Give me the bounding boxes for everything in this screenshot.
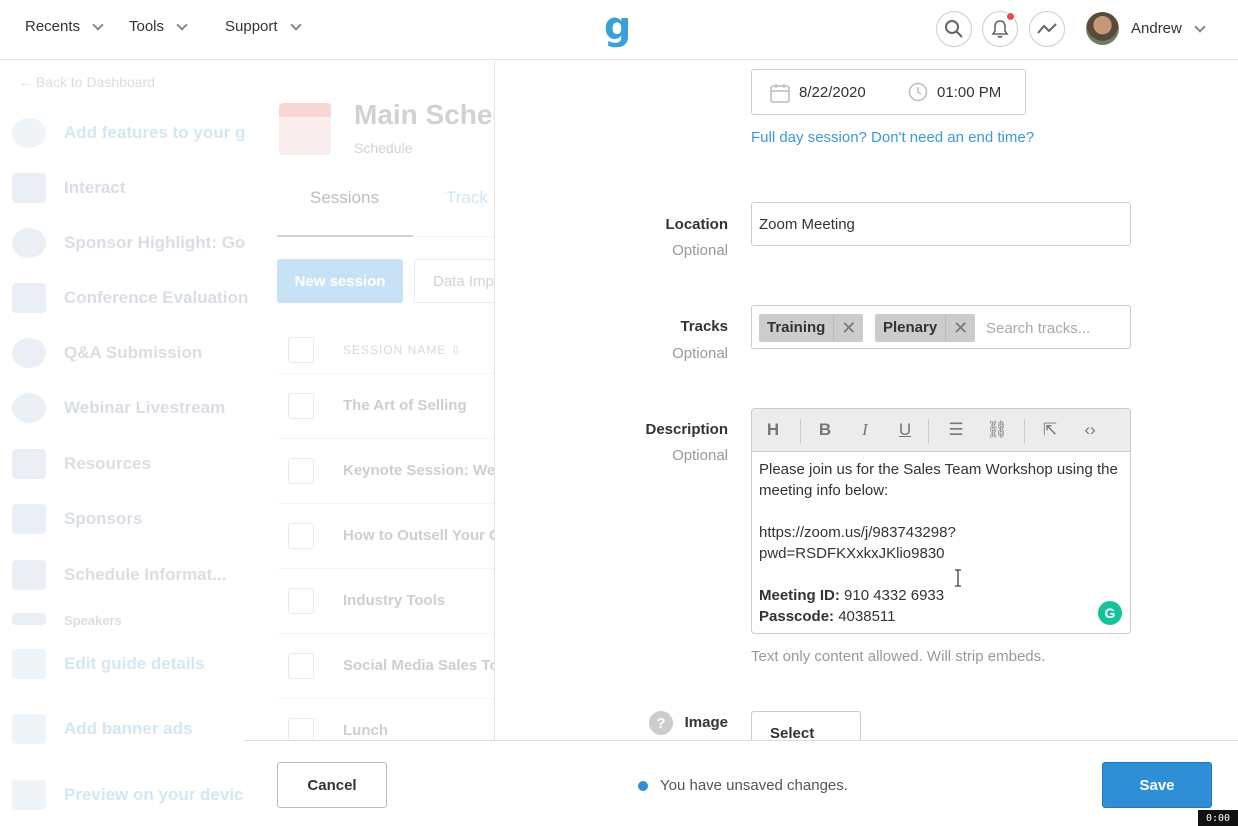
avatar[interactable] <box>1086 12 1119 45</box>
toolbar-divider <box>800 419 801 443</box>
track-tag-label: Plenary <box>883 319 938 336</box>
toolbar-divider <box>1024 419 1025 443</box>
calendar-icon <box>770 84 790 103</box>
underline-icon[interactable]: U <box>894 420 916 440</box>
track-tag-training: Training ✕ <box>759 314 864 342</box>
location-label: Location <box>665 216 729 233</box>
code-icon[interactable]: ‹› <box>1079 420 1101 440</box>
select-file-button[interactable]: Select File <box>751 711 861 740</box>
chevron-down-icon <box>289 18 302 31</box>
bold-icon[interactable]: B <box>814 420 836 440</box>
nav-recents[interactable]: Recents <box>25 18 104 35</box>
chevron-down-icon <box>176 18 188 31</box>
passcode-label: Passcode: <box>759 608 835 625</box>
description-text: Please join us for the Sales Team Worksh… <box>759 461 1118 499</box>
meeting-url-line1: https://zoom.us/j/983743298? <box>759 524 956 541</box>
location-input[interactable] <box>751 202 1131 246</box>
save-button[interactable]: Save <box>1102 762 1212 808</box>
grammarly-icon[interactable]: G <box>1098 601 1122 625</box>
search-icon <box>945 20 963 38</box>
chevron-down-icon <box>1194 20 1206 33</box>
tracks-label: Tracks <box>680 318 728 335</box>
date-value[interactable]: 8/22/2020 <box>799 84 866 101</box>
italic-icon[interactable]: I <box>854 420 876 440</box>
description-editor[interactable]: H B I U ☰ ⛓ ⇱ ‹› Please join us for the … <box>751 408 1131 634</box>
nav-support[interactable]: Support <box>225 18 302 35</box>
nav-support-label: Support <box>225 18 278 35</box>
activity-button[interactable] <box>1029 11 1065 47</box>
track-tag-plenary: Plenary ✕ <box>875 314 976 342</box>
nav-tools[interactable]: Tools <box>129 18 188 35</box>
chevron-down-icon <box>92 18 104 31</box>
search-button[interactable] <box>936 11 972 47</box>
image-label: Image <box>684 714 728 731</box>
external-link-icon[interactable]: ⇱ <box>1039 420 1061 440</box>
close-icon[interactable]: ✕ <box>945 314 975 342</box>
meeting-url-line2: pwd=RSDFKXxkxJKlio9830 <box>759 545 945 562</box>
unsaved-changes-text: You have unsaved changes. <box>660 777 848 794</box>
user-menu[interactable]: Andrew <box>1131 20 1206 37</box>
location-optional: Optional <box>672 242 728 259</box>
start-datetime-field[interactable]: 8/22/2020 01:00 PM <box>751 69 1026 115</box>
close-icon[interactable]: ✕ <box>833 314 863 342</box>
unsaved-changes-indicator: You have unsaved changes. <box>638 777 848 794</box>
passcode-value: 4038511 <box>838 608 896 625</box>
editor-content[interactable]: Please join us for the Sales Team Worksh… <box>759 459 1119 627</box>
clock-icon <box>908 82 928 102</box>
track-tag-label: Training <box>767 319 826 336</box>
meeting-id-value: 910 4332 6933 <box>844 587 945 604</box>
toolbar-divider <box>928 419 929 443</box>
app-logo[interactable]: g <box>604 7 634 48</box>
link-icon[interactable]: ⛓ <box>986 420 1008 440</box>
heading-icon[interactable]: H <box>762 420 784 440</box>
editor-toolbar: H B I U ☰ ⛓ ⇱ ‹› <box>752 409 1130 452</box>
background-overlay[interactable] <box>0 61 494 826</box>
track-search-placeholder[interactable]: Search tracks... <box>986 320 1090 337</box>
nav-recents-label: Recents <box>25 18 81 35</box>
tracks-input[interactable]: Training ✕ Plenary ✕ Search tracks... <box>751 305 1131 349</box>
recording-timer: 0:00 <box>1198 810 1238 826</box>
meeting-id-label: Meeting ID: <box>759 587 840 604</box>
notifications-button[interactable] <box>982 11 1018 47</box>
notification-dot <box>1006 12 1015 21</box>
nav-tools-label: Tools <box>129 18 165 35</box>
user-name: Andrew <box>1131 20 1182 37</box>
edit-session-panel: 8/22/2020 01:00 PM Full day session? Don… <box>494 61 1238 740</box>
description-optional: Optional <box>672 447 728 464</box>
tracks-optional: Optional <box>672 345 728 362</box>
full-day-session-link[interactable]: Full day session? Don't need an end time… <box>751 129 1034 146</box>
bell-icon <box>991 20 1009 38</box>
description-hint: Text only content allowed. Will strip em… <box>751 648 1046 665</box>
text-cursor-icon <box>955 569 961 587</box>
bullet-list-icon[interactable]: ☰ <box>945 420 967 440</box>
activity-icon <box>1037 23 1057 34</box>
cancel-button[interactable]: Cancel <box>277 762 387 808</box>
description-label: Description <box>645 421 728 438</box>
panel-footer: Cancel You have unsaved changes. Save <box>244 740 1238 826</box>
time-value[interactable]: 01:00 PM <box>937 84 1001 101</box>
top-bar: Recents Tools Support g Andrew <box>0 0 1238 60</box>
question-icon[interactable]: ? <box>649 711 673 735</box>
status-dot <box>638 780 648 791</box>
